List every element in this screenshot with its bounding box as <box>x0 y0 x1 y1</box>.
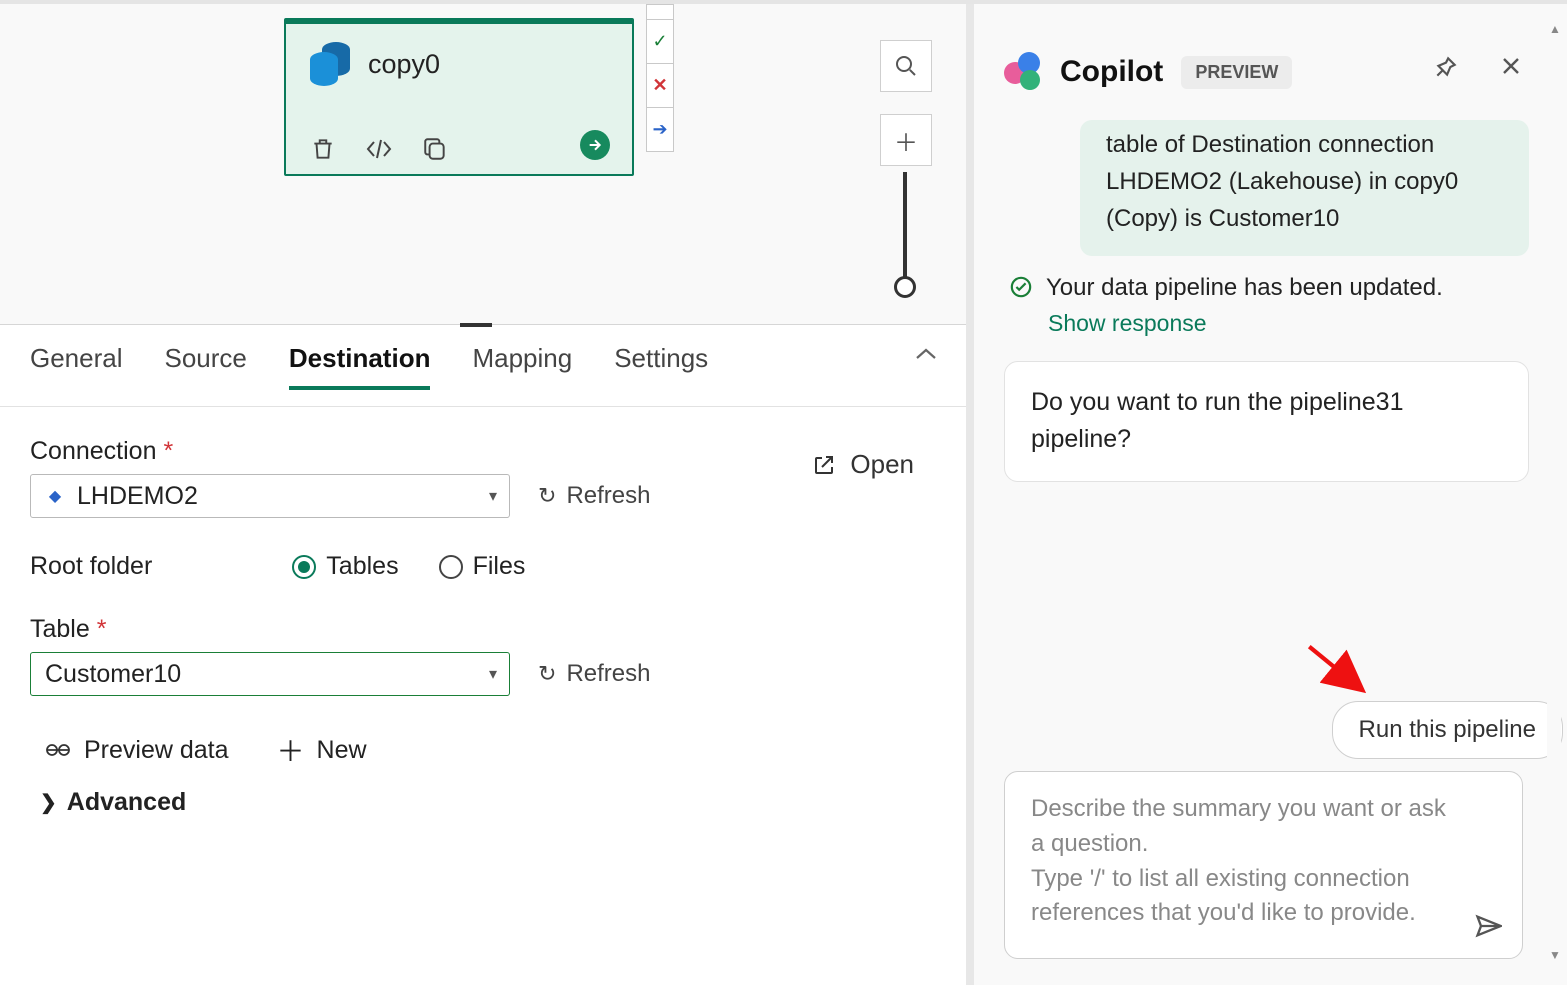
root-folder-label: Root folder <box>30 552 152 581</box>
destination-form: Open Connection * ◆ LHDEMO2 ▾ ↻ Refresh … <box>0 407 966 817</box>
preview-data-button[interactable]: Preview data <box>44 730 229 770</box>
collapse-panel-icon[interactable] <box>914 347 938 361</box>
scroll-up-icon[interactable]: ▲ <box>1549 22 1561 36</box>
status-success-icon[interactable]: ✓ <box>646 20 674 64</box>
activity-title: copy0 <box>368 49 440 80</box>
zoom-slider-track[interactable] <box>903 172 907 282</box>
refresh-table-button[interactable]: ↻ Refresh <box>538 660 650 688</box>
copy-icon[interactable] <box>422 136 448 162</box>
preview-data-label: Preview data <box>84 736 229 765</box>
chevron-down-icon: ▾ <box>489 664 497 684</box>
run-pipeline-button[interactable]: Run this pipeline <box>1332 701 1563 759</box>
advanced-label: Advanced <box>67 788 186 817</box>
open-button[interactable]: Open <box>812 449 914 480</box>
bot-message: Do you want to run the pipeline31 pipeli… <box>1004 361 1529 482</box>
chevron-right-icon: ❯ <box>40 790 57 815</box>
required-mark: * <box>97 615 107 643</box>
tab-mapping[interactable]: Mapping <box>472 343 572 390</box>
check-circle-icon <box>1010 276 1032 298</box>
copilot-input-placeholder: Describe the summary you want or ask a q… <box>1031 795 1446 926</box>
tab-source[interactable]: Source <box>165 343 247 390</box>
system-message: table of Destination connection LHDEMO2 … <box>1080 120 1529 256</box>
properties-tabs: General Source Destination Mapping Setti… <box>0 324 966 407</box>
panel-grip[interactable] <box>460 323 492 327</box>
tab-destination[interactable]: Destination <box>289 343 431 390</box>
status-line: Your data pipeline has been updated. <box>1010 274 1529 302</box>
refresh-connection-button[interactable]: ↻ Refresh <box>538 482 650 510</box>
open-label: Open <box>850 449 914 480</box>
zoom-slider-thumb[interactable] <box>894 276 916 298</box>
copilot-input[interactable]: Describe the summary you want or ask a q… <box>1004 771 1523 959</box>
database-icon <box>310 42 350 86</box>
pipeline-canvas[interactable]: copy0 ✓ ✕ ➔ <box>0 4 966 324</box>
pin-icon[interactable] <box>1433 54 1459 80</box>
close-icon[interactable] <box>1499 54 1523 80</box>
canvas-add-button[interactable]: ＋ <box>880 114 932 166</box>
delete-icon[interactable] <box>310 136 336 162</box>
connection-dropdown[interactable]: ◆ LHDEMO2 ▾ <box>30 474 510 518</box>
run-activity-icon[interactable] <box>580 130 610 160</box>
connection-label: Connection <box>30 437 156 465</box>
tab-general[interactable]: General <box>30 343 123 390</box>
show-response-link[interactable]: Show response <box>1048 310 1529 337</box>
refresh-icon: ↻ <box>538 483 556 509</box>
annotation-arrow-icon <box>1305 641 1369 697</box>
status-skip-icon[interactable]: ➔ <box>646 108 674 152</box>
activity-card-copy0[interactable]: copy0 <box>284 18 634 176</box>
updated-text: Your data pipeline has been updated. <box>1046 274 1443 302</box>
code-icon[interactable] <box>364 136 394 162</box>
refresh-icon: ↻ <box>538 661 556 687</box>
status-box <box>646 4 674 20</box>
required-mark: * <box>163 437 173 465</box>
table-value: Customer10 <box>45 660 181 689</box>
table-dropdown[interactable]: Customer10 ▾ <box>30 652 510 696</box>
canvas-search-button[interactable] <box>880 40 932 92</box>
radio-files-label: Files <box>473 552 526 581</box>
new-table-button[interactable]: ＋ New <box>277 730 367 770</box>
send-icon[interactable] <box>1474 912 1502 940</box>
plus-icon: ＋ <box>277 730 305 770</box>
lakehouse-icon: ◆ <box>45 486 65 506</box>
new-label: New <box>317 736 367 765</box>
tab-settings[interactable]: Settings <box>614 343 708 390</box>
radio-tables-label: Tables <box>326 552 398 581</box>
status-fail-icon[interactable]: ✕ <box>646 64 674 108</box>
copilot-title: Copilot <box>1060 55 1163 89</box>
refresh-label: Refresh <box>566 482 650 510</box>
connection-value: LHDEMO2 <box>77 482 198 511</box>
main-pane: copy0 ✓ ✕ ➔ <box>0 4 966 985</box>
radio-files[interactable]: Files <box>439 552 526 581</box>
scroll-down-icon[interactable]: ▼ <box>1549 948 1561 962</box>
copilot-pane: Copilot PREVIEW ▲ table of Destination c… <box>974 4 1567 985</box>
refresh-label: Refresh <box>566 660 650 688</box>
radio-tables[interactable]: Tables <box>292 552 398 581</box>
chevron-down-icon: ▾ <box>489 486 497 506</box>
pane-splitter[interactable] <box>966 4 974 985</box>
preview-badge: PREVIEW <box>1181 56 1292 89</box>
copilot-logo-icon <box>1004 52 1044 92</box>
activity-status-column: ✓ ✕ ➔ <box>646 4 674 152</box>
advanced-toggle[interactable]: ❯ Advanced <box>30 788 936 817</box>
table-label: Table <box>30 615 90 643</box>
pane-scrollbar[interactable]: ▲ ▼ <box>1547 22 1561 962</box>
